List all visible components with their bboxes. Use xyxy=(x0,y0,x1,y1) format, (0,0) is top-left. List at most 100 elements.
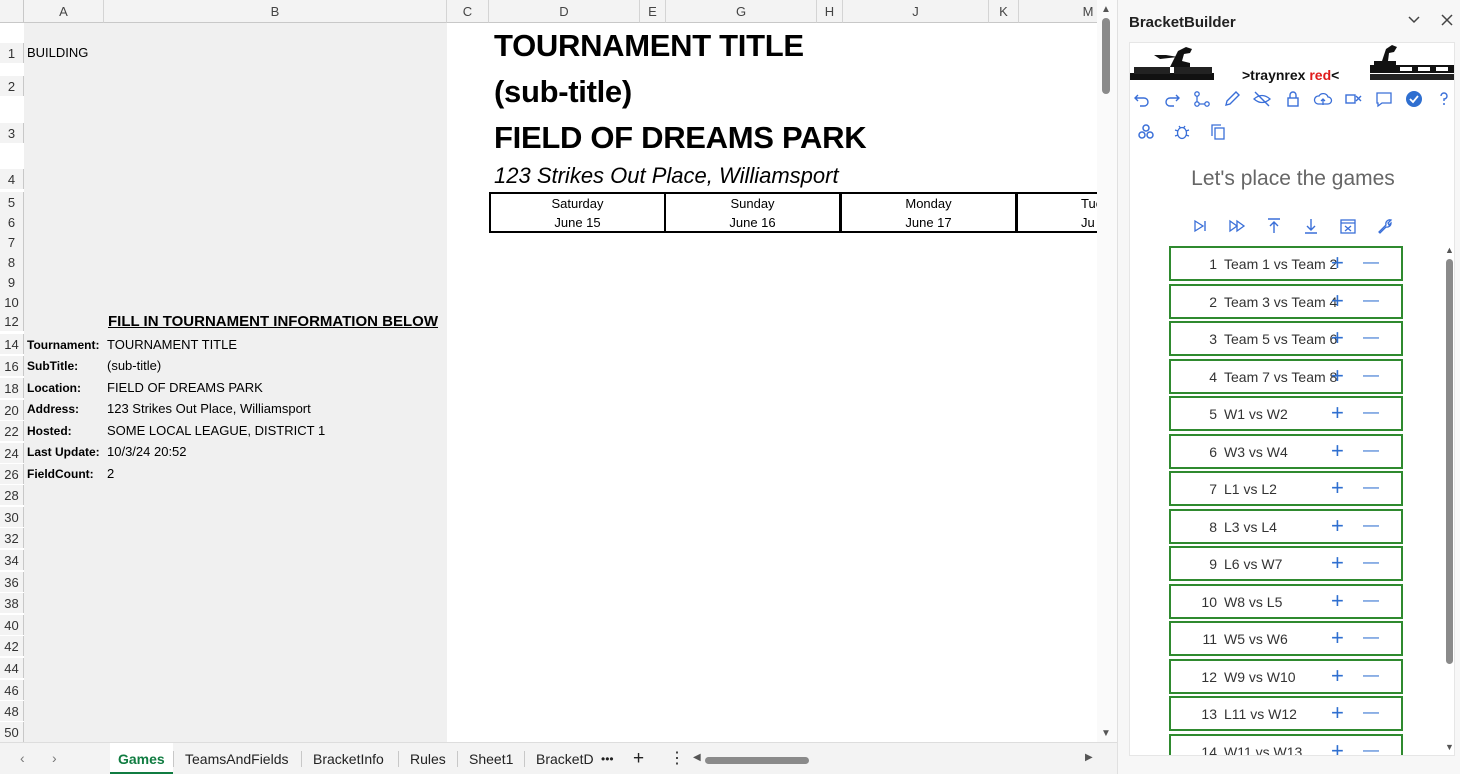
add-game-icon[interactable]: + xyxy=(1331,399,1344,427)
sheet-tab[interactable]: Rules xyxy=(402,743,454,774)
add-sheet-button[interactable]: + xyxy=(625,743,652,774)
column-header[interactable]: E xyxy=(640,0,666,23)
row-header[interactable]: 20 xyxy=(0,400,24,420)
wrench-icon[interactable] xyxy=(1375,216,1397,238)
pane-scroll-up-icon[interactable]: ▲ xyxy=(1445,245,1454,255)
info-value[interactable]: 10/3/24 20:52 xyxy=(107,444,187,459)
help-icon[interactable] xyxy=(1434,89,1454,111)
row-header[interactable]: 18 xyxy=(0,378,24,398)
remove-field-icon[interactable] xyxy=(1343,89,1365,111)
row-header[interactable]: 4 xyxy=(0,169,24,189)
row-header[interactable]: 3 xyxy=(0,123,24,143)
scroll-up-arrow-icon[interactable]: ▲ xyxy=(1101,4,1111,15)
remove-game-icon[interactable]: — xyxy=(1363,699,1379,727)
game-item[interactable]: 1 Team 1 vs Team 2 + — xyxy=(1169,246,1403,281)
row-header[interactable]: 28 xyxy=(0,485,24,505)
remove-game-icon[interactable]: — xyxy=(1363,737,1379,756)
row-header[interactable]: 9 xyxy=(0,272,24,292)
add-game-icon[interactable]: + xyxy=(1331,474,1344,502)
info-value[interactable]: SOME LOCAL LEAGUE, DISTRICT 1 xyxy=(107,423,325,438)
row-header[interactable]: 22 xyxy=(0,421,24,441)
fast-forward-icon[interactable] xyxy=(1227,216,1249,238)
info-value[interactable]: 2 xyxy=(107,466,114,481)
redo-icon[interactable] xyxy=(1162,89,1184,111)
teams-icon[interactable] xyxy=(1136,122,1158,144)
row-header[interactable]: 26 xyxy=(0,464,24,484)
info-label[interactable]: Hosted: xyxy=(27,424,72,438)
move-down-icon[interactable] xyxy=(1301,216,1323,238)
pane-scrollbar[interactable]: ▲ ▼ xyxy=(1443,245,1454,755)
remove-game-icon[interactable]: — xyxy=(1363,624,1379,652)
cloud-upload-icon[interactable] xyxy=(1313,89,1335,111)
column-header[interactable]: G xyxy=(666,0,817,23)
game-item[interactable]: 4 Team 7 vs Team 8 + — xyxy=(1169,358,1403,394)
remove-game-icon[interactable]: — xyxy=(1363,474,1379,502)
worksheet-grid[interactable]: ABCDEGHJKM 1 2 3 4 5 6 7 8 9 10 12 14 16 18 20 22 24 26 28… xyxy=(0,0,1097,742)
row-header[interactable]: 42 xyxy=(0,636,24,656)
close-pane-icon[interactable] xyxy=(1439,12,1455,33)
game-item[interactable]: 7 L1 vs L2 + — xyxy=(1169,471,1403,506)
check-circle-icon[interactable] xyxy=(1404,89,1426,111)
sheet-tab[interactable]: BracketD xyxy=(528,743,602,774)
info-value[interactable]: 123 Strikes Out Place, Williamsport xyxy=(107,401,311,416)
sheet-tab[interactable]: Games xyxy=(110,743,173,774)
game-item[interactable]: 8 L3 vs L4 + — xyxy=(1169,508,1403,544)
column-header[interactable]: J xyxy=(843,0,989,23)
scroll-left-arrow-icon[interactable]: ◀ xyxy=(693,752,701,763)
remove-game-icon[interactable]: — xyxy=(1363,587,1379,615)
hide-icon[interactable] xyxy=(1252,89,1274,111)
scroll-down-arrow-icon[interactable]: ▼ xyxy=(1101,728,1111,739)
select-all-corner[interactable] xyxy=(0,0,24,23)
row-header[interactable]: 30 xyxy=(0,507,24,527)
info-value[interactable]: FIELD OF DREAMS PARK xyxy=(107,380,263,395)
prev-sheet-icon[interactable]: ‹ xyxy=(20,750,25,766)
game-item[interactable]: 9 L6 vs W7 + — xyxy=(1169,546,1403,581)
tournament-subtitle[interactable]: (sub-title) xyxy=(494,74,632,110)
day-header-box[interactable]: Monday June 17 xyxy=(840,192,1017,233)
row-header[interactable]: 34 xyxy=(0,550,24,570)
row-header[interactable]: 48 xyxy=(0,701,24,721)
add-game-icon[interactable]: + xyxy=(1331,437,1344,465)
column-header[interactable]: K xyxy=(989,0,1019,23)
game-item[interactable]: 12 W9 vs W10 + — xyxy=(1169,658,1403,694)
add-game-icon[interactable]: + xyxy=(1331,249,1344,277)
add-game-icon[interactable]: + xyxy=(1331,512,1344,540)
add-game-icon[interactable]: + xyxy=(1331,662,1344,690)
cell-a1[interactable]: BUILDING xyxy=(27,45,88,60)
skip-to-end-icon[interactable] xyxy=(1190,216,1212,238)
row-header[interactable]: 32 xyxy=(0,528,24,548)
row-header[interactable]: 14 xyxy=(0,334,24,354)
copy-icon[interactable] xyxy=(1208,122,1230,144)
remove-game-icon[interactable]: — xyxy=(1363,512,1379,540)
sheet-vertical-scrollbar[interactable]: ▲ ▼ xyxy=(1097,0,1117,742)
game-item[interactable]: 2 Team 3 vs Team 4 + — xyxy=(1169,283,1403,319)
move-to-top-icon[interactable] xyxy=(1264,216,1286,238)
add-game-icon[interactable]: + xyxy=(1331,362,1344,390)
pane-options-chevron-icon[interactable] xyxy=(1406,12,1422,33)
add-game-icon[interactable]: + xyxy=(1331,324,1344,352)
game-item[interactable]: 3 Team 5 vs Team 6 + — xyxy=(1169,321,1403,356)
game-item[interactable]: 10 W8 vs L5 + — xyxy=(1169,583,1403,619)
column-header[interactable]: M xyxy=(1019,0,1097,23)
sheet-tab[interactable]: TeamsAndFields xyxy=(177,743,297,774)
row-header[interactable]: 36 xyxy=(0,572,24,592)
info-value[interactable]: TOURNAMENT TITLE xyxy=(107,337,237,352)
sheet-options-icon[interactable]: ⋮ xyxy=(661,743,693,774)
add-game-icon[interactable]: + xyxy=(1331,624,1344,652)
sheet-tab[interactable]: BracketInfo xyxy=(305,743,392,774)
next-sheet-icon[interactable]: › xyxy=(52,750,57,766)
row-header[interactable]: 2 xyxy=(0,76,24,96)
row-header[interactable]: 46 xyxy=(0,680,24,700)
remove-game-icon[interactable]: — xyxy=(1363,249,1379,277)
row-header[interactable]: 10 xyxy=(0,292,24,312)
add-game-icon[interactable]: + xyxy=(1331,287,1344,315)
info-label[interactable]: SubTitle: xyxy=(27,359,78,373)
info-value[interactable]: (sub-title) xyxy=(107,358,161,373)
scroll-right-arrow-icon[interactable]: ▶ xyxy=(1085,752,1093,763)
remove-game-icon[interactable]: — xyxy=(1363,324,1379,352)
row-header[interactable]: 16 xyxy=(0,356,24,376)
more-tabs-icon[interactable]: ••• xyxy=(593,743,622,774)
vertical-scroll-thumb[interactable] xyxy=(1102,18,1110,94)
day-header-box[interactable]: Sunday June 16 xyxy=(664,192,841,233)
day-header-box[interactable]: Saturday June 15 xyxy=(489,192,666,233)
